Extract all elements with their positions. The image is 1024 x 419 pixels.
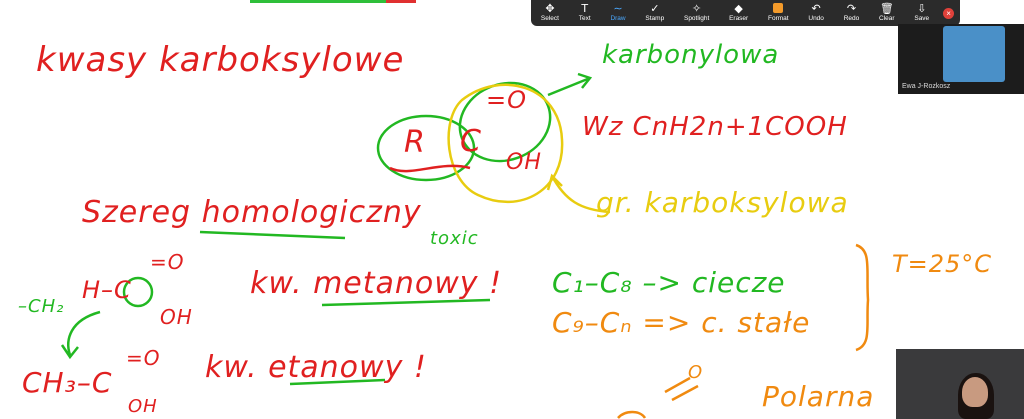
stamp-icon: ✓ (650, 2, 660, 15)
participant-video-bottom[interactable] (896, 349, 1024, 419)
green-arrow-down (60, 310, 101, 360)
tool-clear[interactable]: 🗑 Clear (869, 0, 904, 26)
label-kw-etanowy: kw. etanowy ! (205, 350, 427, 385)
ethanoic-OH: OH (128, 396, 158, 417)
formula-OH: OH (506, 150, 542, 175)
label-ch2: –CH₂ (18, 296, 65, 317)
participant-name: Ewa J-Rozkosz (902, 83, 951, 90)
tool-label: Draw (610, 15, 626, 22)
close-icon[interactable]: × (943, 7, 955, 19)
formula-R: R (404, 125, 426, 160)
label-c9-cn-stale: C₉–Cₙ => c. stałe (552, 306, 811, 339)
general-formula: Wz CnH2n+1COOH (582, 112, 848, 142)
methanoic-OH: OH (160, 305, 193, 329)
tool-stamp[interactable]: ✓ Stamp (636, 0, 675, 26)
label-gr-karboksylowa: gr. karboksylowa (596, 186, 849, 219)
tool-spotlight[interactable]: ✧ Spotlight (674, 0, 719, 26)
select-icon: ✥ (545, 2, 555, 15)
tool-label: Redo (843, 15, 860, 22)
tool-save[interactable]: ⇩ Save (904, 0, 939, 26)
tool-undo[interactable]: ↶ Undo (798, 0, 833, 26)
tool-text[interactable]: T Text (569, 0, 601, 26)
annotation-toolbar: ✥ Select T Text ∼ Draw ✓ Stamp ✧ Spotlight ◆ Eraser… (531, 0, 960, 26)
tool-label: Eraser (729, 15, 749, 22)
tool-label: Clear (879, 15, 895, 22)
tool-label: Select (540, 15, 559, 22)
tool-label: Spotlight (683, 15, 710, 22)
format-icon (773, 3, 784, 15)
ethanoic-CH3-C: CH₃–C (22, 366, 113, 399)
underline-homologiczny (199, 230, 346, 240)
formula-C: C (460, 124, 482, 159)
draw-icon: ∼ (613, 2, 623, 15)
tool-label: Undo (808, 15, 824, 22)
save-icon: ⇩ (917, 2, 927, 15)
methanoic-O: =O (150, 250, 185, 274)
spotlight-icon: ✧ (692, 2, 702, 15)
arrow-to-karbonylowa (547, 72, 593, 97)
label-szereg-homologiczny: Szereg homologiczny (82, 195, 422, 230)
title-kwasy-karboksylowe: kwasy karboksylowe (36, 40, 405, 80)
label-kw-metanowy: kw. metanowy ! (250, 266, 503, 301)
tool-redo[interactable]: ↷ Redo (834, 0, 869, 26)
formula-O: =O (486, 86, 527, 114)
eraser-icon: ◆ (734, 2, 743, 15)
text-icon: T (581, 2, 589, 15)
clear-icon: 🗑 (879, 2, 894, 15)
tool-eraser[interactable]: ◆ Eraser (719, 0, 758, 26)
tool-draw[interactable]: ∼ Draw (601, 0, 636, 26)
tool-label: Format (768, 15, 789, 22)
label-c1-c8-ciecze: C₁–C₈ –> ciecze (552, 266, 786, 299)
tool-label: Save (914, 15, 930, 22)
label-temperature: T=25°C (892, 250, 993, 278)
partial-O: O (688, 362, 704, 383)
tool-select[interactable]: ✥ Select (531, 0, 569, 26)
tool-format[interactable]: Format (758, 0, 798, 26)
label-toxic: toxic (430, 228, 479, 249)
red-squiggle (389, 164, 471, 173)
avatar (943, 26, 1005, 82)
orange-bracket (855, 243, 870, 352)
person-face (962, 377, 988, 407)
tool-label: Text (578, 15, 591, 22)
label-polarna: Polarna (762, 380, 875, 413)
ethanoic-O: =O (126, 346, 161, 370)
redo-icon: ↷ (846, 2, 857, 15)
label-karbonylowa: karbonylowa (602, 40, 780, 70)
methanoic-H-C: H–C (82, 276, 132, 304)
bottom-stroke (617, 376, 699, 419)
undo-icon: ↶ (811, 2, 821, 15)
participant-video-top[interactable]: Ewa J-Rozkosz (898, 24, 1024, 94)
tool-label: Stamp (645, 15, 665, 22)
